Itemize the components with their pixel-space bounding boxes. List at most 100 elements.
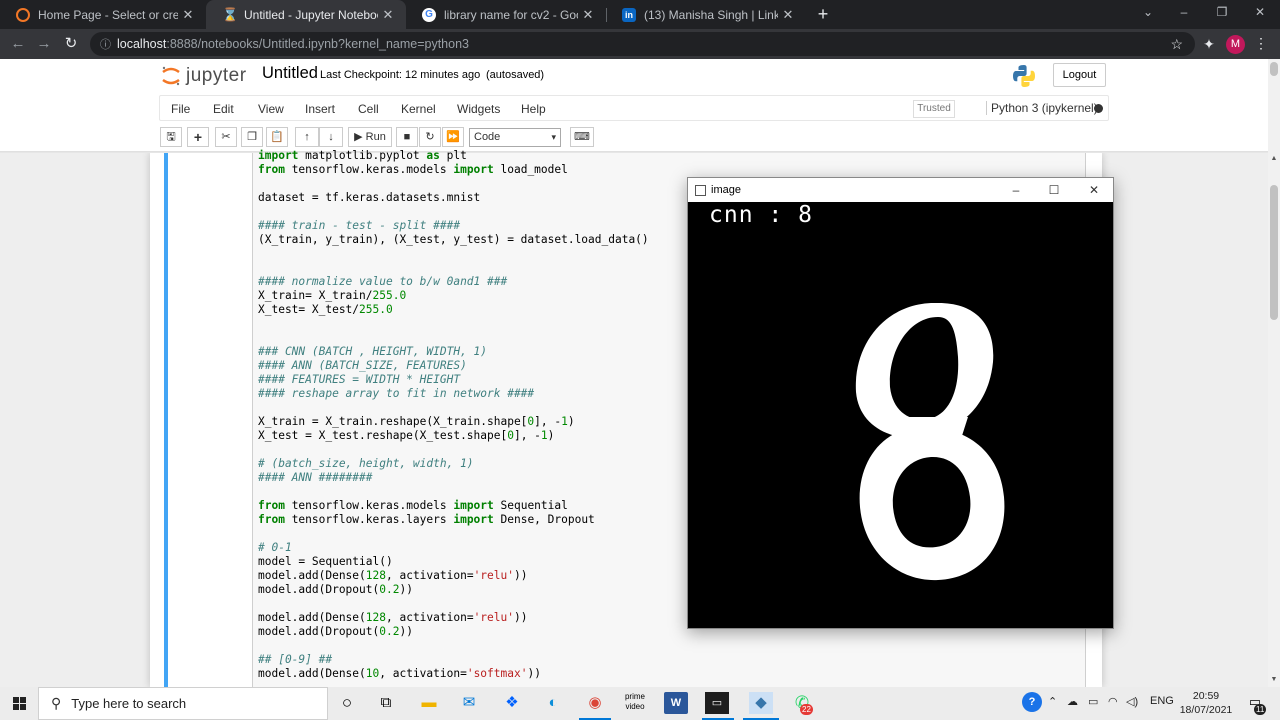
code-line: #### ANN ######## (258, 471, 373, 484)
tab-title: Untitled - Jupyter Notebook (244, 7, 378, 22)
url-bar[interactable]: ⓘ localhost:8888/notebooks/Untitled.ipyn… (90, 32, 1195, 56)
move-up-icon[interactable]: ↑ (295, 127, 319, 147)
trusted-badge[interactable]: Trusted (913, 100, 955, 118)
extensions-puzzle-icon[interactable]: ✦ (1201, 36, 1217, 52)
start-button[interactable] (0, 687, 38, 720)
dropbox-icon[interactable]: ❖ (500, 692, 524, 714)
file-explorer-icon[interactable]: ▬ (417, 692, 441, 714)
move-down-icon[interactable]: ↓ (319, 127, 343, 147)
cell-type-select[interactable]: Code ▾ (469, 128, 561, 147)
code-line: X_train= X_train/255.0 (258, 289, 407, 302)
language-indicator[interactable]: ENG (1150, 695, 1174, 707)
restart-icon[interactable]: ↻ (419, 127, 441, 147)
new-tab-button[interactable]: + (812, 3, 834, 25)
code-line: ## [0-9] ## (258, 653, 333, 666)
run-button[interactable]: ▶ Run (348, 127, 392, 147)
menu-help[interactable]: Help (521, 102, 546, 116)
volume-icon[interactable]: ◁) (1126, 695, 1138, 708)
tab-title: library name for cv2 - Google Se (444, 7, 578, 22)
close-window-icon[interactable]: ✕ (1250, 5, 1270, 19)
menu-insert[interactable]: Insert (305, 102, 335, 116)
menu-file[interactable]: File (171, 102, 190, 116)
profile-avatar[interactable]: M (1226, 35, 1245, 54)
edge-icon[interactable]: ◐ (541, 692, 565, 714)
python-window-icon[interactable]: ◆ (749, 692, 773, 714)
code-line: #### train - test - split #### (258, 219, 461, 232)
chrome-icon[interactable]: ◉ (583, 692, 607, 714)
code-line: ​ (258, 205, 649, 219)
maximize-icon[interactable]: ☐ (1044, 181, 1064, 199)
maximize-icon[interactable]: ❐ (1212, 5, 1232, 19)
tab-untitled-notebook[interactable]: ⌛ Untitled - Jupyter Notebook ✕ (206, 0, 406, 29)
insert-cell-below-icon[interactable]: + (187, 127, 209, 147)
scroll-up-arrow-icon[interactable]: ▲ (1268, 155, 1280, 162)
minimize-icon[interactable]: – (1006, 181, 1026, 199)
cortana-icon[interactable]: ○ (335, 692, 359, 714)
code-line: ​ (258, 177, 649, 191)
code-editor[interactable]: import matplotlib.pyplot as plt from tens… (258, 149, 649, 681)
mail-icon[interactable]: ✉ (457, 692, 481, 714)
menu-cell[interactable]: Cell (358, 102, 379, 116)
close-icon[interactable]: ✕ (1084, 181, 1104, 199)
help-icon[interactable]: ? (1022, 692, 1042, 712)
command-palette-keyboard-icon[interactable]: ⌨ (570, 127, 594, 147)
copy-icon[interactable]: ❐ (241, 127, 263, 147)
menu-edit[interactable]: Edit (213, 102, 234, 116)
scroll-down-arrow-icon[interactable]: ▼ (1268, 676, 1280, 683)
close-icon[interactable]: ✕ (778, 7, 798, 23)
code-line: #### normalize value to b/w 0and1 ### (258, 275, 508, 288)
chevron-up-icon[interactable]: ⌃ (1048, 695, 1057, 708)
notebook-scrollbar-thumb[interactable] (1270, 185, 1278, 320)
close-icon[interactable]: ✕ (578, 7, 598, 23)
reload-icon[interactable]: ↻ (61, 34, 81, 54)
save-icon[interactable]: 🖫 (160, 127, 182, 147)
kernel-name[interactable]: Python 3 (ipykernel) (986, 101, 1098, 115)
tab-search-icon[interactable]: ⌄ (1138, 5, 1158, 19)
forward-icon[interactable]: → (34, 34, 54, 54)
page-scrollbar-thumb[interactable] (1270, 62, 1278, 76)
word-icon[interactable]: W (664, 692, 688, 714)
cut-icon[interactable]: ✂ (215, 127, 237, 147)
battery-icon[interactable]: ▭ (1088, 695, 1098, 708)
address-toolbar: ← → ↻ ⓘ localhost:8888/notebooks/Untitle… (0, 29, 1280, 59)
menu-view[interactable]: View (258, 102, 284, 116)
close-icon[interactable]: ✕ (378, 7, 398, 23)
url-host: localhost (117, 37, 167, 51)
tab-google-search[interactable]: G library name for cv2 - Google Se ✕ (406, 0, 606, 29)
prime-video-icon[interactable]: prime video (623, 692, 647, 714)
menu-widgets[interactable]: Widgets (457, 102, 500, 116)
taskbar-search[interactable]: ⚲ Type here to search (38, 687, 328, 720)
logout-button[interactable]: Logout (1053, 63, 1106, 87)
menu-kernel[interactable]: Kernel (401, 102, 436, 116)
notebook-title[interactable]: Untitled (262, 64, 318, 83)
opencv-image-window[interactable]: image – ☐ ✕ cnn : 8 (687, 177, 1114, 629)
wifi-icon[interactable]: ◠ (1108, 695, 1118, 708)
url-path: :8888/notebooks/Untitled.ipynb?kernel_na… (166, 37, 469, 51)
terminal-icon[interactable]: ▭ (705, 692, 729, 714)
checkpoint-status: Last Checkpoint: 12 minutes ago (320, 69, 480, 81)
menu-kebab-icon[interactable]: ⋮ (1254, 35, 1268, 52)
code-line: ​ (258, 331, 649, 345)
onedrive-cloud-icon[interactable]: ☁ (1067, 695, 1078, 708)
jupyter-icon (16, 7, 30, 22)
browser-tab-strip: Home Page - Select or create a n ✕ ⌛ Unt… (0, 0, 1280, 29)
minimize-icon[interactable]: – (1174, 5, 1194, 19)
code-line: model.add(Dropout(0.2)) (258, 625, 413, 638)
tab-home-page[interactable]: Home Page - Select or create a n ✕ (0, 0, 206, 29)
code-line: ​ (258, 261, 649, 275)
selected-cell-indicator (164, 153, 168, 687)
jupyter-logo[interactable]: jupyter (160, 65, 247, 87)
task-view-icon[interactable]: ⧉ (374, 692, 398, 714)
bookmark-star-icon[interactable]: ☆ (1170, 36, 1183, 53)
info-icon[interactable]: ⓘ (100, 36, 111, 52)
back-icon[interactable]: ← (8, 34, 28, 54)
restart-run-all-icon[interactable]: ⏩ (442, 127, 464, 147)
taskbar-clock[interactable]: 20:59 18/07/2021 (1176, 689, 1236, 717)
tab-linkedin[interactable]: in (13) Manisha Singh | LinkedIn ✕ (606, 0, 806, 29)
close-icon[interactable]: ✕ (178, 7, 198, 23)
paste-icon[interactable]: 📋 (266, 127, 288, 147)
vertical-scrollbar[interactable] (1268, 59, 1280, 687)
interrupt-stop-icon[interactable]: ■ (396, 127, 418, 147)
code-line: dataset = tf.keras.datasets.mnist (258, 191, 481, 204)
code-line: # 0-1 (258, 541, 292, 554)
